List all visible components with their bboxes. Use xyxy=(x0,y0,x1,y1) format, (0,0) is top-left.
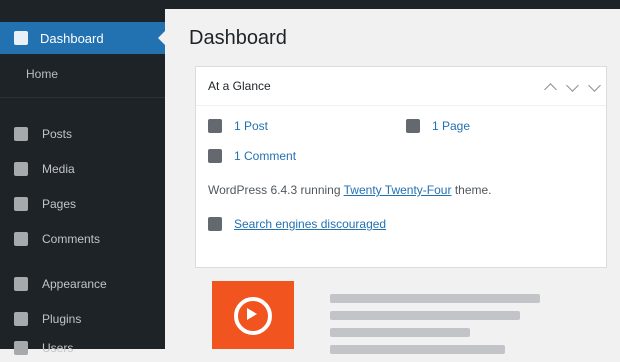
at-a-glance-widget: At a Glance 1 Post 1 Page 1 Comment Word… xyxy=(195,66,607,268)
active-indicator xyxy=(158,31,165,45)
sidebar-item-label: Comments xyxy=(42,232,101,246)
chevron-up-icon[interactable] xyxy=(544,83,557,96)
play-icon xyxy=(247,308,257,320)
sidebar-item-users[interactable]: Users xyxy=(0,336,165,360)
promo-text-line xyxy=(330,294,540,303)
search-engines-link[interactable]: Search engines discouraged xyxy=(234,217,386,231)
widget-header: At a Glance xyxy=(196,67,606,106)
sidebar-item-label: Dashboard xyxy=(40,30,104,46)
wordpress-version-text: WordPress 6.4.3 running Twenty Twenty-Fo… xyxy=(208,183,492,197)
comment-icon xyxy=(14,232,28,246)
pin-icon xyxy=(208,119,222,133)
search-engine-notice[interactable]: Search engines discouraged xyxy=(208,217,386,231)
sidebar-item-label: Media xyxy=(42,162,75,176)
admin-sidebar: Dashboard Home Posts Media Pages Comment… xyxy=(0,9,165,355)
glance-item-comments[interactable]: 1 Comment xyxy=(208,149,296,163)
media-icon xyxy=(14,162,28,176)
sidebar-item-label: Posts xyxy=(42,127,73,141)
sidebar-item-appearance[interactable]: Appearance xyxy=(0,272,165,296)
sidebar-item-dashboard[interactable]: Dashboard xyxy=(0,22,165,54)
promo-text-block xyxy=(330,294,540,362)
widget-title: At a Glance xyxy=(208,79,271,93)
promo-text-line xyxy=(330,328,470,337)
version-suffix: theme. xyxy=(454,183,492,197)
sidebar-item-pages[interactable]: Pages xyxy=(0,192,165,216)
promo-text-line xyxy=(330,311,520,320)
sidebar-item-comments[interactable]: Comments xyxy=(0,227,165,251)
sidebar-item-posts[interactable]: Posts xyxy=(0,122,165,146)
glance-link[interactable]: 1 Comment xyxy=(234,149,296,163)
comment-icon xyxy=(208,149,222,163)
glance-link[interactable]: 1 Post xyxy=(234,119,268,133)
brush-icon xyxy=(14,277,28,291)
page-title: Dashboard xyxy=(189,27,287,49)
promo-text-line xyxy=(330,345,505,354)
promo-logo xyxy=(212,281,294,349)
sidebar-item-label: Pages xyxy=(42,197,77,211)
sidebar-item-media[interactable]: Media xyxy=(0,157,165,181)
toggle-panel-icon[interactable] xyxy=(588,79,601,92)
glance-item-pages[interactable]: 1 Page xyxy=(406,119,470,133)
sidebar-item-label: Plugins xyxy=(42,312,82,326)
version-prefix: WordPress 6.4.3 running xyxy=(208,183,341,197)
sidebar-item-label: Appearance xyxy=(42,277,107,291)
sidebar-item-label: Users xyxy=(42,341,74,355)
pin-icon xyxy=(14,127,28,141)
chevron-down-icon[interactable] xyxy=(566,79,579,92)
admin-top-bar xyxy=(0,0,620,9)
sidebar-item-plugins[interactable]: Plugins xyxy=(0,307,165,331)
glance-link[interactable]: 1 Page xyxy=(432,119,470,133)
alert-icon xyxy=(208,217,222,231)
sidebar-subitem-home[interactable]: Home xyxy=(26,67,58,81)
theme-link[interactable]: Twenty Twenty-Four xyxy=(344,183,452,197)
plugin-icon xyxy=(14,312,28,326)
page-icon xyxy=(406,119,420,133)
sidebar-separator xyxy=(0,97,165,98)
glance-item-posts[interactable]: 1 Post xyxy=(208,119,268,133)
dashboard-icon xyxy=(14,31,28,45)
page-icon xyxy=(14,197,28,211)
user-icon xyxy=(14,341,28,355)
